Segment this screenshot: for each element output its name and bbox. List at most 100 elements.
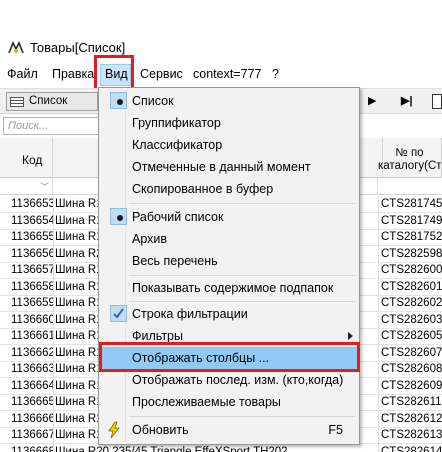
- cell-kod: 1136666: [11, 412, 53, 425]
- menu-context[interactable]: context=777: [193, 67, 261, 81]
- menu-item-filter-row[interactable]: Строка фильтрации: [101, 303, 357, 325]
- nav-last-button[interactable]: ▶|: [401, 94, 413, 107]
- column-divider: [53, 295, 54, 312]
- cell-catalog: CTS282598: [381, 247, 442, 260]
- menu-item-shortcut: F5: [328, 423, 343, 437]
- column-divider: [378, 394, 379, 411]
- menu-service[interactable]: Сервис: [140, 67, 183, 81]
- submenu-arrow-icon: [348, 332, 353, 340]
- menu-help[interactable]: ?: [272, 67, 279, 81]
- menu-item-label: Рабочий список: [132, 210, 224, 224]
- cell-kod: 1136665: [11, 396, 53, 408]
- menu-item-label: Отображать послед. изм. (кто,когда): [132, 373, 344, 387]
- search-input[interactable]: [3, 117, 101, 135]
- cell-kod: 1136654: [11, 214, 53, 227]
- window-title: Товары[Список]: [30, 40, 126, 55]
- column-header-kod-label: Код: [22, 153, 43, 167]
- column-divider: [53, 394, 54, 411]
- cell-kod: 1136660: [11, 313, 53, 326]
- view-dropdown-menu: Список Группификатор Классификатор Отмеч…: [98, 87, 360, 445]
- column-divider: [53, 262, 54, 279]
- menu-item-marked-now[interactable]: Отмеченные в данный момент: [101, 156, 357, 178]
- menu-item-show-last-changes[interactable]: Отображать послед. изм. (кто,когда): [101, 369, 357, 391]
- cell-catalog: CTS282600: [381, 264, 442, 276]
- cell-catalog: CTS282605: [381, 330, 442, 342]
- cell-kod: 1136656: [11, 247, 53, 260]
- column-divider: [378, 229, 379, 246]
- cell-catalog: CTS282612: [381, 412, 442, 425]
- column-divider: [378, 344, 379, 362]
- top-blank-area: [0, 0, 442, 36]
- menu-item-list[interactable]: Список: [101, 90, 357, 112]
- cell-catalog: CTS282607: [381, 346, 442, 359]
- menu-item-working-list[interactable]: Рабочий список: [101, 206, 357, 228]
- column-divider: [53, 410, 54, 428]
- cell-kod: 1136658: [11, 280, 53, 293]
- column-divider: [53, 377, 54, 395]
- menu-item-label: Список: [132, 94, 174, 108]
- menu-item-tracked-goods[interactable]: Прослеживаемые товары: [101, 391, 357, 413]
- cell-catalog: CTS281749: [381, 214, 442, 227]
- cell-kod: 1136653: [11, 198, 53, 210]
- cell-catalog: CTS281745: [381, 198, 442, 210]
- radio-dot-icon: [117, 215, 123, 221]
- cell-catalog: CTS282608: [381, 363, 442, 375]
- column-divider: [378, 427, 379, 444]
- menu-item-label: Группификатор: [132, 116, 221, 130]
- column-header-catalog-line1: № по: [395, 147, 424, 159]
- column-divider: [53, 245, 54, 263]
- menu-item-show-subfolders[interactable]: Показывать содержимое подпапок: [101, 277, 357, 299]
- column-header-catalog[interactable]: № по каталогу(Ст: [378, 138, 442, 178]
- menu-item-label: Строка фильтрации: [132, 307, 248, 321]
- cell-kod: 1136661: [11, 330, 53, 342]
- menu-bar: Файл Правка Сервис context=777 ?: [0, 62, 442, 88]
- cell-kod: 1136659: [11, 297, 53, 309]
- column-divider: [378, 410, 379, 428]
- window-restore-icon[interactable]: [432, 94, 442, 109]
- menu-item-label: Архив: [132, 232, 168, 246]
- cell-kod: 1136668: [11, 445, 53, 452]
- menu-item-refresh[interactable]: Обновить F5: [101, 419, 357, 441]
- column-divider: [53, 212, 54, 230]
- column-divider: [378, 295, 379, 312]
- menu-separator: [129, 301, 355, 302]
- cell-name: Шина R20 235/45 Triangle EffeXSport TH20…: [55, 445, 288, 452]
- list-icon: [10, 97, 24, 107]
- menu-item-label: Отмеченные в данный момент: [132, 160, 311, 174]
- column-divider: [53, 311, 54, 329]
- cell-catalog: CTS281752: [381, 231, 442, 243]
- column-divider: [378, 443, 379, 452]
- lightning-icon: [108, 421, 120, 439]
- column-header-kod[interactable]: Код: [10, 138, 53, 178]
- menu-item-classifier[interactable]: Классификатор: [101, 134, 357, 156]
- menu-file[interactable]: Файл: [7, 67, 38, 81]
- column-divider: [53, 427, 54, 444]
- cell-catalog: CTS282613: [381, 429, 442, 441]
- cell-catalog: CTS282614: [381, 445, 442, 452]
- column-divider: [378, 328, 379, 345]
- radio-dot-icon: [117, 99, 123, 105]
- column-divider: [378, 278, 379, 296]
- menu-item-whole-list[interactable]: Весь перечень: [101, 250, 357, 272]
- column-divider: [53, 229, 54, 246]
- column-divider: [53, 328, 54, 345]
- menu-item-copied-to-buffer[interactable]: Скопированное в буфер: [101, 178, 357, 200]
- column-divider: [378, 377, 379, 395]
- app-window: Товары[Список] Файл Правка Сервис contex…: [0, 0, 442, 452]
- menu-item-label: Прослеживаемые товары: [132, 395, 281, 409]
- column-divider: [378, 212, 379, 230]
- menu-item-label: Классификатор: [132, 138, 223, 152]
- column-divider: [53, 196, 54, 213]
- menu-separator: [129, 416, 355, 417]
- menu-item-grouper[interactable]: Группификатор: [101, 112, 357, 134]
- column-divider: [53, 344, 54, 362]
- filter-cell-kod[interactable]: [10, 178, 53, 195]
- list-mode-combo[interactable]: Список: [6, 92, 98, 111]
- app-logo-icon: [8, 41, 24, 55]
- nav-next-button[interactable]: ▶: [368, 94, 376, 107]
- menu-item-archive[interactable]: Архив: [101, 228, 357, 250]
- menu-edit[interactable]: Правка: [52, 67, 94, 81]
- menu-item-label: Показывать содержимое подпапок: [132, 281, 334, 295]
- column-divider: [53, 443, 54, 452]
- menu-item-label: Весь перечень: [132, 254, 218, 268]
